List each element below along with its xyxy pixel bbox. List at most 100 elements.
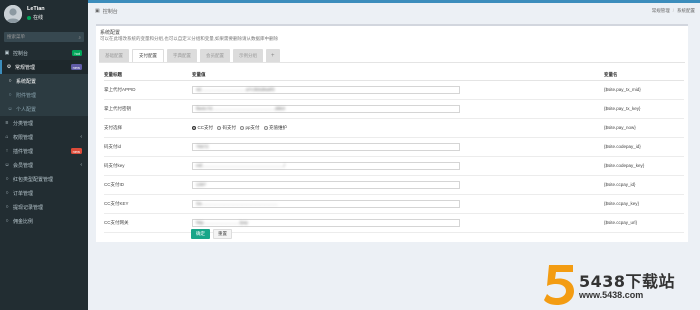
radio-label: pp支付 — [245, 124, 260, 130]
sidebar-item[interactable]: ▣ 控制台 hot — [0, 46, 88, 60]
radio-option[interactable]: CC支付 — [192, 125, 213, 131]
circle-icon: ○ — [5, 204, 9, 210]
config-panel: 系统配置 可以在此增改系统的变量和分组,也可以自定义分组和变量,如果需要删除请从… — [96, 24, 688, 242]
sidebar-item-label: 佣金比例 — [13, 218, 34, 225]
page-title-text: 控制台 — [102, 8, 118, 15]
avatar[interactable] — [4, 4, 22, 23]
sidebar-item[interactable]: ○ 附件管理 — [0, 88, 88, 102]
row-variable-name: {$site.pay_tx_key} — [604, 99, 684, 119]
group-icon: ⌂ — [5, 134, 9, 140]
value-input-text: 76672 — [196, 144, 209, 149]
circle-icon: ○ — [8, 78, 12, 84]
value-input[interactable]: Sa…………………………………………… — [192, 199, 460, 208]
sidebar-badge: new — [70, 64, 82, 70]
user-panel: LeTian 在线 — [0, 0, 88, 27]
row-value-cell: 1397 — [192, 175, 604, 195]
sidebar-item-label: 分类管理 — [13, 120, 34, 127]
row-variable-name: {$site.ccpay_key} — [604, 194, 684, 214]
row-value-cell: f8e6c7d……………………………………d9b3 — [192, 99, 604, 119]
radio-dot-icon — [240, 125, 244, 130]
value-input[interactable]: 4d…………………………a7c3b5d8a9f3 — [192, 85, 460, 94]
config-tabs: 基础配置 支付配置 字典配置 会员配置 示例分组 + — [99, 49, 283, 62]
value-input-text: http……………………/pay — [196, 220, 249, 225]
watermark-5-logo-icon — [544, 265, 574, 305]
radio-dot-icon — [263, 125, 268, 130]
value-input[interactable]: mE………………………………………………/ — [192, 161, 460, 170]
sidebar-item[interactable]: ○ 订单管理 — [0, 186, 88, 200]
panel-description: 可以在此增改系统的变量和分组,也可以自定义分组和变量,如果需要删除请从数据库中删… — [100, 36, 278, 41]
radio-option[interactable]: pp支付 — [240, 125, 260, 131]
sidebar-search-input[interactable]: 搜索菜单 ⌕ — [4, 32, 84, 42]
content-header: ▣ 控制台 常规管理 / 系统配置 — [88, 3, 700, 19]
radio-label: CC支付 — [197, 124, 214, 130]
table-row: 码支付id 76672 {$site.codepay_id} — [104, 137, 684, 157]
tab[interactable]: 会员配置 — [200, 49, 230, 62]
row-variable-name: {$site.ccpay_id} — [604, 175, 684, 195]
row-title: 码支付id — [104, 137, 192, 157]
dashboard-icon: ▣ — [95, 8, 100, 14]
table-row: CC支付ID 1397 {$site.ccpay_id} — [104, 175, 684, 195]
radio-option[interactable]: 码支付 — [217, 125, 236, 131]
radio-option[interactable]: 充值维护 — [263, 125, 287, 131]
value-input-text: 4d…………………………a7c3b5d8a9f3 — [196, 87, 275, 92]
sidebar-item[interactable]: ⚙ 常规管理 new — [0, 60, 88, 74]
tab[interactable]: 字典配置 — [167, 49, 197, 62]
tab[interactable]: 示例分组 — [233, 49, 263, 62]
value-input[interactable]: 76672 — [192, 142, 460, 151]
circle-icon: ○ — [5, 176, 9, 182]
circle-icon: ○ — [5, 218, 9, 224]
row-title: 支付选择 — [104, 118, 192, 138]
sidebar-item[interactable]: ○ 系统配置 — [0, 74, 88, 88]
user-icon: ☺ — [4, 162, 10, 168]
sidebar-item-label: 系统配置 — [16, 78, 37, 85]
sidebar-item-label: 控制台 — [13, 50, 29, 57]
sidebar-item[interactable]: ○ 佣金比例 — [0, 214, 88, 228]
row-title: CC支付KEY — [104, 194, 192, 214]
reset-button[interactable]: 重置 — [213, 229, 232, 239]
online-dot-icon — [27, 15, 31, 20]
sidebar-item[interactable]: ☺ 个人配置 — [0, 102, 88, 116]
row-title: CC支付网关 — [104, 213, 192, 233]
row-value-cell: mE………………………………………………/ — [192, 156, 604, 176]
circle-icon: ○ — [5, 190, 9, 196]
col-header-value: 变量值 — [192, 71, 604, 81]
user-avatar-icon — [4, 4, 22, 23]
circle-icon: ○ — [8, 92, 12, 98]
tab[interactable]: 支付配置 — [132, 49, 164, 62]
user-name: LeTian — [27, 6, 45, 12]
sidebar: LeTian 在线 搜索菜单 ⌕ ▣ 控制台 hot ⚙ 常规管理 new ○ 系统配置 ○ 附件… — [0, 0, 88, 310]
value-input[interactable]: 1397 — [192, 180, 460, 189]
table-row: 码支付key mE………………………………………………/ {$site.codepa… — [104, 156, 684, 176]
row-variable-name: {$site.codepay_key} — [604, 156, 684, 176]
dashboard-icon: ▣ — [4, 50, 10, 56]
user-status-text: 在线 — [33, 15, 44, 21]
sidebar-item-label: 红包类型配置管理 — [13, 176, 54, 183]
add-tab-button[interactable]: + — [266, 49, 280, 62]
sidebar-item[interactable]: ⌂ 权限管理 ‹ — [0, 130, 88, 144]
breadcrumb: 常规管理 / 系统配置 — [651, 8, 695, 13]
sidebar-item[interactable]: ○ 提现记录管理 — [0, 200, 88, 214]
sidebar-item[interactable]: ≡ 分类管理 — [0, 116, 88, 130]
sidebar-item-label: 会员管理 — [13, 162, 34, 169]
config-table: 变量标题 变量值 变量名 掌上代付APPID 4d…………………………a7c3b5… — [104, 71, 684, 233]
row-value-cell: Sa…………………………………………… — [192, 194, 604, 214]
search-icon[interactable]: ⌕ — [78, 35, 81, 40]
sidebar-item[interactable]: ○ 红包类型配置管理 — [0, 172, 88, 186]
sidebar-item[interactable]: ↑ 插件管理 new — [0, 144, 88, 158]
sidebar-item-label: 权限管理 — [13, 134, 34, 141]
col-header-title: 变量标题 — [104, 71, 192, 81]
breadcrumb-item-general[interactable]: 常规管理 — [652, 8, 670, 13]
value-input[interactable]: f8e6c7d……………………………………d9b3 — [192, 104, 460, 113]
panel-title: 系统配置 — [100, 30, 121, 36]
value-input-text: mE………………………………………………/ — [196, 163, 286, 168]
value-input[interactable]: http……………………/pay — [192, 218, 460, 227]
row-title: 掌上代付APPID — [104, 80, 192, 100]
row-variable-name: {$site.pay_now} — [604, 118, 684, 138]
watermark: 5438下载站 www.5438.com — [541, 262, 696, 306]
row-title: 码支付key — [104, 156, 192, 176]
tab[interactable]: 基础配置 — [99, 49, 129, 62]
radio-dot-icon — [217, 125, 221, 130]
confirm-button[interactable]: 确定 — [191, 229, 210, 239]
sidebar-badge: new — [70, 148, 82, 154]
sidebar-item[interactable]: ☺ 会员管理 ‹ — [0, 158, 88, 172]
